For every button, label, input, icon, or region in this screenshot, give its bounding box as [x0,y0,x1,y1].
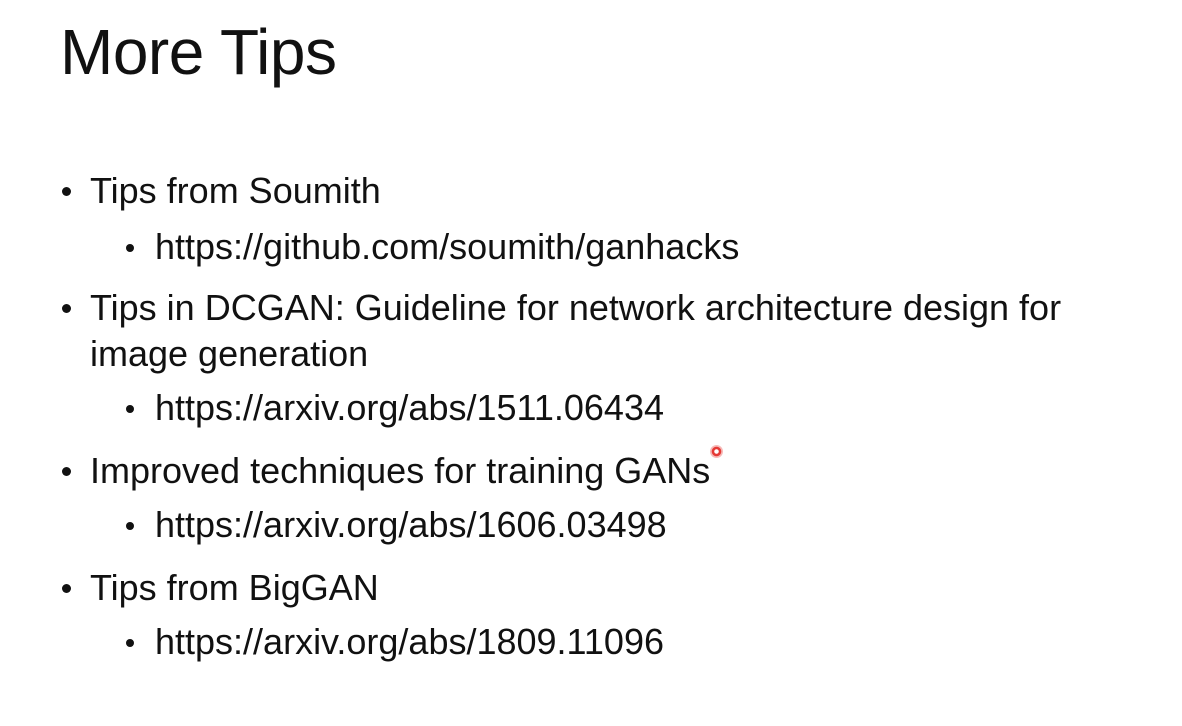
bullet-dot-icon [62,187,71,196]
laser-pointer-icon [710,445,723,458]
bullet-item: Tips in DCGAN: Guideline for network arc… [62,285,1130,377]
bullet-text: Improved techniques for training GANs [90,450,711,491]
sub-bullet-item: https://arxiv.org/abs/1809.11096 [126,619,1135,665]
bullet-dot-icon [62,304,71,313]
sub-bullet-item: https://arxiv.org/abs/1606.03498 [126,502,1135,548]
bullet-text: Tips from Soumith [90,170,381,211]
sub-bullet-dot-icon [126,405,134,413]
link-text[interactable]: https://github.com/soumith/ganhacks [155,224,1135,270]
sub-bullet-dot-icon [126,639,134,647]
bullet-text: Tips in DCGAN: Guideline for network arc… [90,287,1062,374]
bullet-text: Tips from BigGAN [90,567,379,608]
bullet-item: Tips from Soumith [62,168,1130,214]
link-text[interactable]: https://arxiv.org/abs/1511.06434 [155,385,1135,431]
link-text[interactable]: https://arxiv.org/abs/1809.11096 [155,619,1135,665]
sub-bullet-item: https://arxiv.org/abs/1511.06434 [126,385,1135,431]
bullet-item: Improved techniques for training GANs [62,448,1130,494]
link-text[interactable]: https://arxiv.org/abs/1606.03498 [155,502,1135,548]
bullet-list: Tips from Soumith https://github.com/sou… [0,0,1182,726]
sub-bullet-item: https://github.com/soumith/ganhacks [126,224,1135,270]
bullet-dot-icon [62,584,71,593]
sub-bullet-dot-icon [126,244,134,252]
sub-bullet-dot-icon [126,522,134,530]
bullet-item: Tips from BigGAN [62,565,1130,611]
bullet-dot-icon [62,467,71,476]
slide: More Tips Tips from Soumith https://gith… [0,0,1182,726]
